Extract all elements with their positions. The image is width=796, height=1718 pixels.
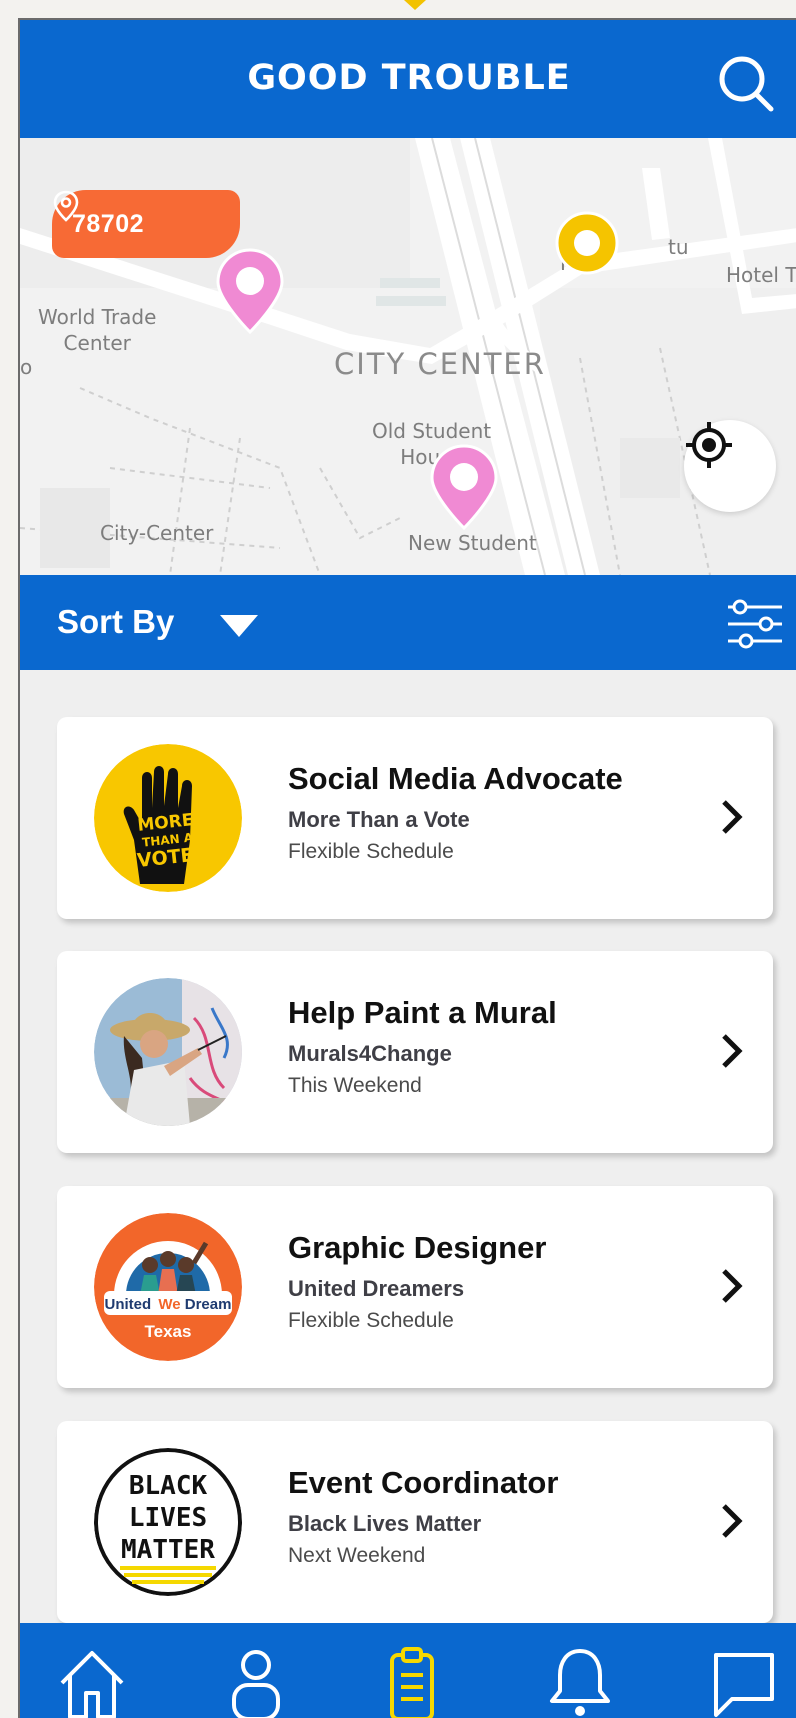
crosshair-icon <box>686 422 732 468</box>
opportunity-title: Event Coordinator <box>288 1465 559 1500</box>
map-marker-yellow[interactable] <box>554 210 620 276</box>
map-label-tu: tu <box>668 235 689 259</box>
nav-home[interactable] <box>56 1645 128 1718</box>
nav-notifications[interactable] <box>544 1645 616 1718</box>
app-title: GOOD TROUBLE <box>247 58 571 98</box>
opportunity-title: Social Media Advocate <box>288 761 623 796</box>
filter-button[interactable] <box>726 599 784 649</box>
map-label-new-student: New Student <box>408 531 537 555</box>
map-label-world-trade: World Trade Center <box>38 305 157 355</box>
nav-profile[interactable] <box>220 1645 292 1718</box>
opportunity-card[interactable]: MORE THAN A VOTE Social Media Advocate M… <box>57 717 773 919</box>
opportunity-schedule: Next Weekend <box>288 1544 426 1567</box>
bottom-navigation <box>20 1623 796 1718</box>
opportunity-org: Murals4Change <box>288 1041 452 1066</box>
opportunity-card[interactable]: BLACK LIVES MATTER Event Coordinator Bla… <box>57 1421 773 1623</box>
search-button[interactable] <box>717 54 777 114</box>
locate-me-button[interactable] <box>684 420 776 512</box>
map-label-hotel: Hotel T <box>726 263 796 287</box>
opportunity-schedule: This Weekend <box>288 1074 422 1097</box>
opportunity-org: Black Lives Matter <box>288 1511 482 1536</box>
location-pin-icon <box>53 190 79 222</box>
mural-photo <box>94 978 242 1126</box>
map-label-city-center: CITY CENTER <box>334 347 546 381</box>
bell-icon <box>550 1649 610 1716</box>
logo-text-texas: Texas <box>145 1322 192 1341</box>
top-indicator-caret <box>404 0 426 10</box>
opportunity-schedule: Flexible Schedule <box>288 1309 454 1332</box>
app-header: GOOD TROUBLE <box>20 20 796 138</box>
sort-bar: Sort By <box>20 575 796 670</box>
black-lives-matter-logo: BLACK LIVES MATTER <box>94 1448 242 1596</box>
nav-messages[interactable] <box>708 1645 780 1718</box>
chat-icon <box>714 1653 774 1717</box>
logo-text-matter: MATTER <box>121 1535 215 1565</box>
map-label-o: o <box>20 355 33 379</box>
map-marker-pink[interactable] <box>216 248 284 334</box>
map-marker-pink[interactable] <box>430 444 498 530</box>
app-screen: GOOD TROUBLE tu Hotel T World Trade Cent… <box>18 18 796 1718</box>
more-than-a-vote-logo: MORE THAN A VOTE <box>94 744 242 892</box>
zip-code: 78702 <box>72 209 145 238</box>
map-view[interactable]: Kale tu Hotel T World Trade Center o CIT… <box>20 138 796 575</box>
chevron-right-icon <box>722 800 743 834</box>
opportunity-card[interactable]: Help Paint a Mural Murals4Change This We… <box>57 951 773 1153</box>
sort-by-button[interactable]: Sort By <box>57 603 174 641</box>
logo-text-lives: LIVES <box>129 1503 207 1533</box>
opportunity-schedule: Flexible Schedule <box>288 840 454 863</box>
chevron-right-icon <box>722 1034 743 1068</box>
opportunity-org: More Than a Vote <box>288 807 470 832</box>
home-icon <box>60 1651 124 1718</box>
nav-opportunities[interactable] <box>376 1645 448 1718</box>
sliders-icon <box>728 599 782 649</box>
logo-text-we: We <box>158 1296 180 1313</box>
opportunity-card[interactable]: United We Dream Texas Graphic Designer U… <box>57 1186 773 1388</box>
logo-text-dream: Dream <box>185 1296 232 1313</box>
opportunity-title: Help Paint a Mural <box>288 995 557 1030</box>
opportunity-org: United Dreamers <box>288 1276 465 1301</box>
search-icon <box>719 56 774 112</box>
logo-text-black: BLACK <box>129 1471 208 1501</box>
person-icon <box>232 1650 280 1718</box>
clipboard-icon <box>390 1647 434 1718</box>
chevron-right-icon <box>722 1269 743 1303</box>
logo-text-united: United <box>105 1296 152 1313</box>
chevron-right-icon <box>722 1504 743 1538</box>
united-we-dream-logo: United We Dream Texas <box>94 1213 242 1361</box>
opportunity-title: Graphic Designer <box>288 1230 547 1265</box>
zip-location-pill[interactable]: 78702 <box>52 190 240 258</box>
svg-text:United We: United We Dream <box>105 1296 232 1313</box>
caret-down-icon[interactable] <box>220 615 258 637</box>
map-label-city-center-small: City-Center <box>100 521 214 545</box>
